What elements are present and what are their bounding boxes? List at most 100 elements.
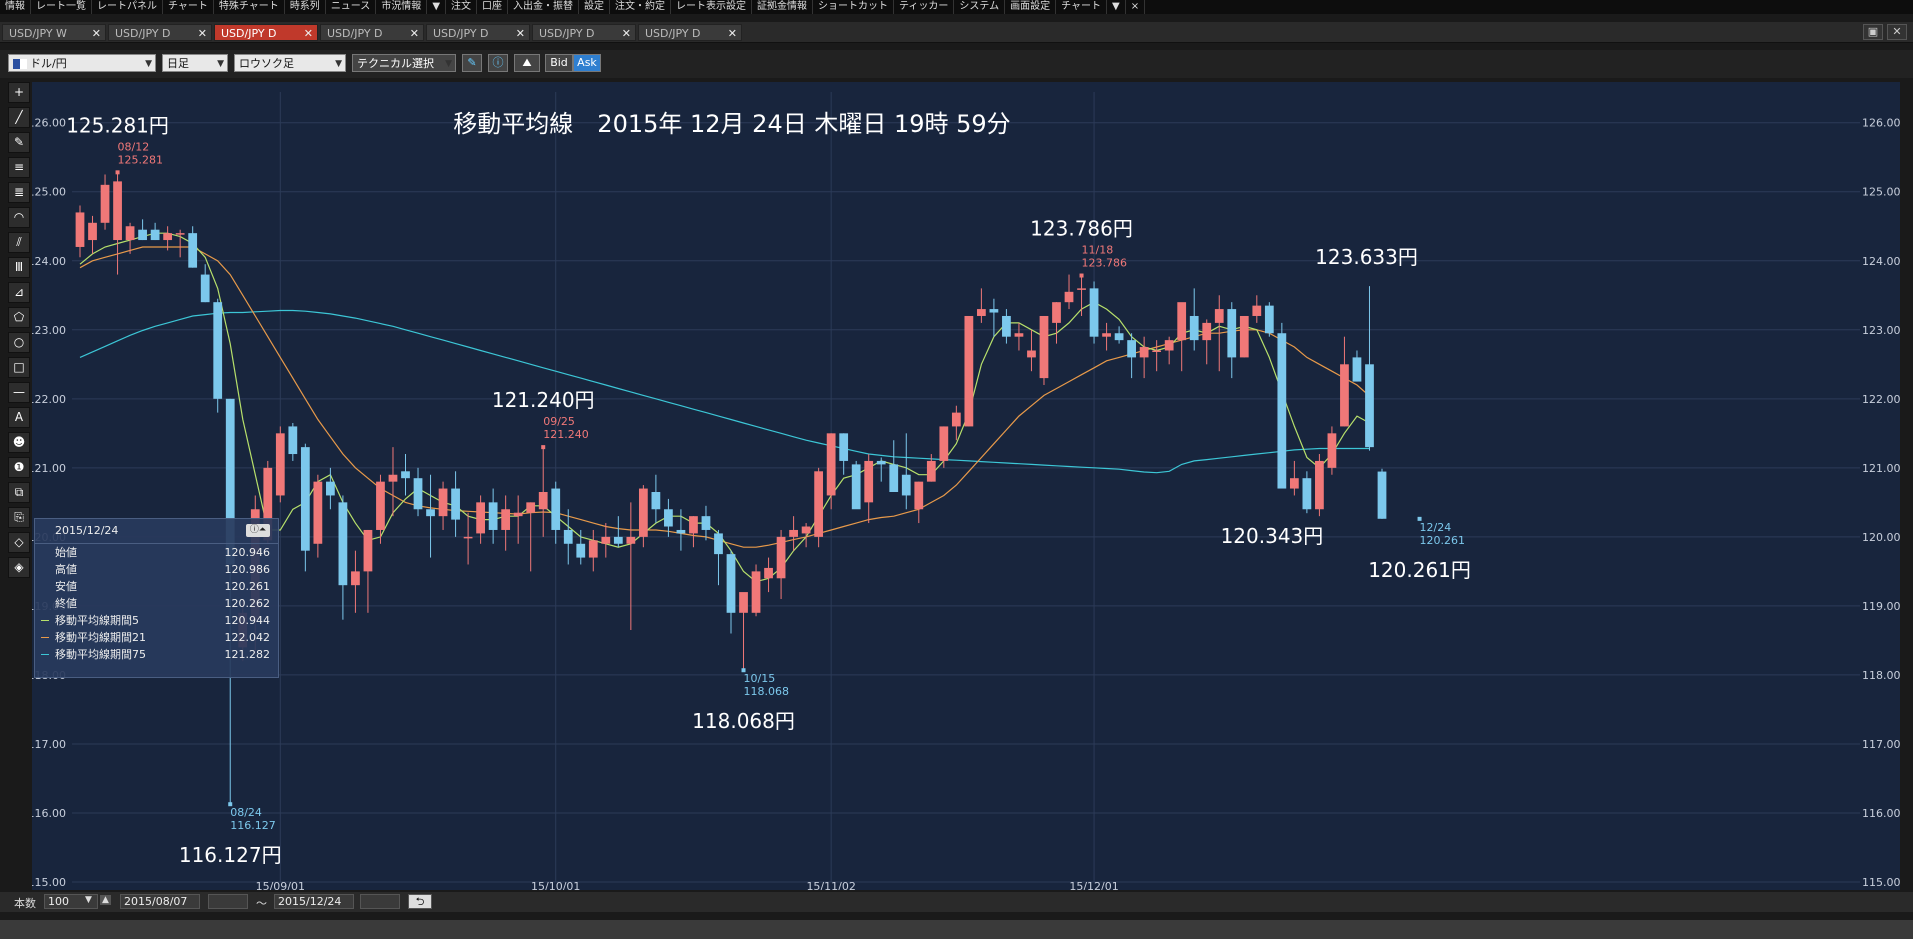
drawing-tool-icon-17[interactable]: ⎘ [8, 507, 30, 528]
candle-body [951, 412, 961, 427]
menu-item-17[interactable]: ティッカー [894, 0, 955, 14]
from-date-input[interactable]: 2015/08/07 [120, 894, 200, 909]
tab-6[interactable]: USD/JPY D ✕ [638, 24, 742, 41]
drawing-tool-icon-4[interactable]: ≣ [8, 182, 30, 203]
candle-body [463, 536, 473, 539]
menu-item-0[interactable]: 情報 [0, 0, 31, 14]
tab-4[interactable]: USD/JPY D ✕ [426, 24, 530, 41]
count-up-icon[interactable]: ▲ [100, 895, 111, 905]
candle-body [1077, 288, 1086, 290]
technical-select[interactable]: テクニカル選択 [352, 54, 456, 73]
menu-item-5[interactable]: 時系列 [285, 0, 326, 14]
drawing-tool-icon-16[interactable]: ⧉ [8, 482, 30, 503]
menu-item-15[interactable]: 証拠金情報 [752, 0, 814, 14]
tab-close-icon[interactable]: ✕ [198, 25, 207, 42]
candle-body [926, 460, 936, 482]
candle-body [914, 481, 924, 510]
tab-close-icon[interactable]: ✕ [410, 25, 419, 42]
close-icon[interactable]: ✕ [1887, 24, 1907, 40]
menu-item-4[interactable]: 特殊チャート [214, 0, 285, 14]
tab-2[interactable]: USD/JPY D ✕ [214, 24, 318, 41]
drawing-tool-icon-5[interactable]: ◠ [8, 207, 30, 228]
drawing-tool-icon-0[interactable]: + [8, 82, 30, 103]
menu-item-8[interactable]: ▼ [427, 0, 447, 14]
candle-body [1177, 302, 1187, 341]
mountain-chart-icon[interactable]: ⛰ [514, 54, 540, 72]
menu-item-16[interactable]: ショートカット [813, 0, 895, 14]
tab-close-icon[interactable]: ✕ [516, 25, 525, 42]
panel-collapse-icon[interactable]: ⓘ⏶ [246, 524, 270, 537]
to-date-input[interactable]: 2015/12/24 [274, 894, 354, 909]
to-time-input[interactable] [360, 894, 400, 909]
candle-body [1002, 315, 1011, 337]
maximize-icon[interactable]: ▣ [1863, 24, 1883, 40]
drawing-tool-icon-19[interactable]: ◈ [8, 557, 30, 578]
menu-item-7[interactable]: 市況情報 [376, 0, 428, 14]
drawing-tool-icon-7[interactable]: Ⅲ [8, 257, 30, 278]
menu-item-9[interactable]: 注文 [446, 0, 478, 14]
menu-item-10[interactable]: 口座 [477, 0, 509, 14]
menu-item-6[interactable]: ニュース [326, 0, 377, 14]
drawing-tool-icon-8[interactable]: ⊿ [8, 282, 30, 303]
drawing-tool-icon-10[interactable]: ○ [8, 332, 30, 353]
tab-0[interactable]: USD/JPY W ✕ [2, 24, 106, 41]
candle-body [638, 488, 648, 537]
currency-pair-label: ドル/円 [30, 57, 67, 70]
drawing-tool-icon-1[interactable]: ╱ [8, 107, 30, 128]
candle-body [901, 474, 911, 496]
info-icon[interactable]: ⓘ [488, 54, 508, 72]
period-select[interactable]: 日足 [162, 54, 228, 73]
tab-3[interactable]: USD/JPY D ✕ [320, 24, 424, 41]
refresh-icon[interactable]: ⮌ [408, 894, 432, 909]
menu-item-21[interactable]: ▼ [1107, 0, 1126, 14]
drawing-tool-icon-6[interactable]: ⫽ [8, 232, 30, 253]
chart-area[interactable]: 115.00 115.00 116.00 116.00 117.00 117.00 118.… [28, 82, 1901, 893]
menu-item-1[interactable]: レート一覧 [31, 0, 92, 14]
drawing-tool-icon-12[interactable]: — [8, 382, 30, 403]
currency-pair-select[interactable]: ドル/円 [8, 54, 156, 73]
tab-close-icon[interactable]: ✕ [622, 25, 631, 42]
extreme-marker [115, 170, 120, 175]
menu-item-14[interactable]: レート表示設定 [671, 0, 753, 14]
candle-body [200, 274, 210, 303]
tab-close-icon[interactable]: ✕ [728, 25, 737, 42]
count-label: 本数 [14, 897, 36, 910]
menu-item-11[interactable]: 入出金・振替 [508, 0, 580, 14]
pen-icon[interactable]: ✎ [462, 54, 482, 72]
to-date-value: 2015/12/24 [278, 895, 342, 908]
drawing-tool-icon-15[interactable]: ❶ [8, 457, 30, 478]
chart-title: 移動平均線 2015年 12月 24日 木曜日 19時 59分 [453, 110, 1010, 138]
candle-body [726, 554, 736, 613]
drawing-tool-icon-2[interactable]: ✎ [8, 132, 30, 153]
drawing-tool-icon-9[interactable]: ⬠ [8, 307, 30, 328]
menu-item-12[interactable]: 設定 [579, 0, 611, 14]
menu-item-18[interactable]: システム [954, 0, 1006, 14]
tab-5[interactable]: USD/JPY D ✕ [532, 24, 636, 41]
tab-close-icon[interactable]: ✕ [92, 25, 101, 42]
candle-body [75, 212, 85, 247]
ask-button[interactable]: Ask [573, 54, 601, 72]
info-row: 移動平均線期間21 122.042 [35, 629, 278, 646]
menu-item-20[interactable]: チャート [1056, 0, 1108, 14]
from-time-input[interactable] [208, 894, 248, 909]
drawing-tool-icon-18[interactable]: ◇ [8, 532, 30, 553]
drawing-tool-icon-14[interactable]: ☻ [8, 432, 30, 453]
candle-body [363, 529, 373, 572]
chart-type-select[interactable]: ロウソク足 [234, 54, 346, 73]
drawing-tool-icon-13[interactable]: A [8, 407, 30, 428]
info-label: 始値 [55, 546, 77, 559]
drawing-tool-icon-11[interactable]: □ [8, 357, 30, 378]
menu-item-2[interactable]: レートパネル [92, 0, 163, 14]
menu-item-19[interactable]: 画面設定 [1005, 0, 1057, 14]
bid-button[interactable]: Bid [545, 54, 573, 72]
menu-item-3[interactable]: チャート [163, 0, 214, 14]
menu-item-13[interactable]: 注文・約定 [610, 0, 672, 14]
menu-item-22[interactable]: × [1126, 0, 1146, 14]
y-tick-label-left: 117.00 [32, 738, 66, 751]
period-label: 日足 [167, 57, 189, 70]
count-down-icon[interactable]: ▼ [85, 895, 92, 905]
drawing-tool-icon-3[interactable]: ≡ [8, 157, 30, 178]
tab-close-icon[interactable]: ✕ [304, 25, 313, 42]
candlestick-chart[interactable]: 115.00 115.00 116.00 116.00 117.00 117.00 118.… [28, 82, 1901, 893]
tab-1[interactable]: USD/JPY D ✕ [108, 24, 212, 41]
